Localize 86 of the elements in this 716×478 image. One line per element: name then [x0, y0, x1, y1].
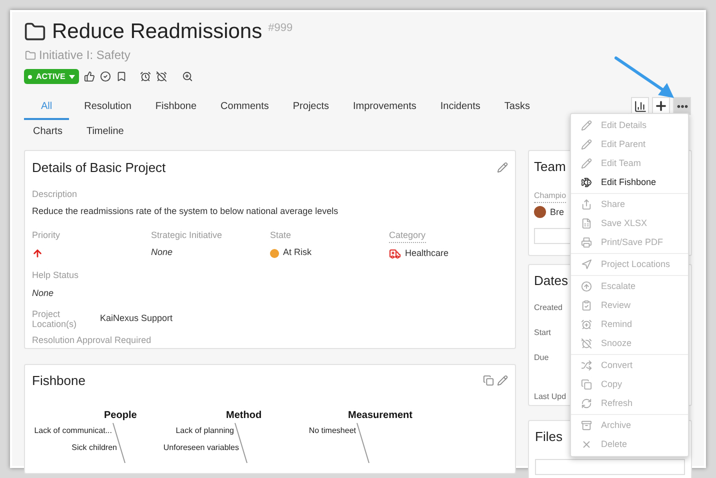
date-label: Last Upd [534, 390, 566, 402]
copy-icon[interactable] [483, 375, 494, 386]
card-title: Details of Basic Project [32, 159, 166, 177]
project-title: Reduce Readmissions [52, 19, 262, 45]
field-value: None [151, 246, 173, 260]
field-label: Priority [32, 228, 60, 242]
tab[interactable]: Comments [212, 97, 278, 120]
menu-item[interactable]: Edit Fishbone [571, 173, 688, 192]
fishbone-cause: Lack of communicat... [34, 424, 112, 436]
fishbone-category: Measurement [348, 408, 412, 422]
project-number: #999 [268, 21, 293, 36]
field-label: Champio [534, 190, 566, 202]
field-label: Help Status [32, 269, 80, 282]
check-circle-icon[interactable] [100, 71, 112, 82]
clipboard-check-icon [581, 300, 592, 311]
card-title: Team [534, 158, 566, 176]
archive-icon [581, 420, 592, 431]
field-label: State [270, 228, 292, 242]
pencil-icon [581, 139, 592, 150]
card-title: Dates [534, 272, 568, 290]
caret-icon [69, 74, 76, 78]
bone-line [356, 422, 370, 462]
fishbone-cause: Lack of planning [176, 424, 234, 436]
parent-link[interactable]: Initiative I: Safety [39, 46, 130, 64]
pencil-icon[interactable] [497, 162, 508, 174]
shuffle-icon [581, 360, 592, 371]
field-label: Category [389, 228, 426, 243]
pencil-icon [581, 120, 592, 131]
alarm-clock-icon [581, 319, 592, 330]
copy-icon [581, 379, 592, 390]
snooze-alarm-icon [581, 338, 592, 349]
share-icon [581, 199, 592, 210]
fishbone-category: Method [226, 408, 262, 422]
field-label: Project Location(s) [32, 309, 78, 329]
date-label: Start [534, 326, 551, 338]
card-title: Files [535, 428, 562, 446]
member-name: Bre [550, 206, 564, 218]
field-label: Strategic Initiative [151, 228, 222, 242]
priority-arrow-icon [32, 248, 43, 258]
spreadsheet-file-icon [581, 218, 592, 229]
field-label: Resolution Approval Required [32, 334, 152, 347]
tab[interactable]: Tasks [495, 97, 539, 120]
fishbone-cause: Sick children [72, 442, 117, 454]
tab[interactable]: Fishbone [146, 97, 206, 120]
tab[interactable]: Incidents [431, 97, 490, 120]
tab[interactable]: Charts [24, 122, 72, 145]
snooze-alarm-icon[interactable] [156, 71, 168, 82]
avatar [534, 206, 546, 218]
date-label: Created [534, 302, 562, 314]
fishbone-cause: No timesheet [308, 424, 356, 436]
tab[interactable]: Timeline [77, 122, 133, 145]
field-value: Healthcare [405, 247, 449, 260]
location-arrow-icon [581, 259, 592, 270]
pointer-arrow [614, 56, 676, 100]
folder-icon [24, 21, 46, 43]
chart-icon [634, 100, 646, 112]
printer-icon [581, 237, 592, 248]
up-arrow-circle-icon [581, 281, 592, 292]
fish-icon [581, 177, 592, 188]
fishbone-category: People [104, 408, 137, 422]
description-text: Reduce the readmissions rate of the system to below national average levels [32, 205, 340, 218]
plus-icon [654, 99, 668, 113]
thumbs-up-icon[interactable] [84, 71, 96, 82]
date-label: Due [534, 352, 549, 364]
tab[interactable]: Projects [284, 97, 338, 120]
card-title: Fishbone [32, 372, 86, 390]
tab[interactable]: All [24, 97, 70, 120]
pencil-icon[interactable] [497, 375, 508, 386]
folder-icon [25, 50, 36, 60]
tab[interactable]: Resolution [75, 97, 140, 120]
alarm-clock-icon[interactable] [140, 71, 152, 82]
field-value: At Risk [283, 246, 312, 260]
close-icon [581, 439, 592, 450]
field-value: KaiNexus Support [100, 312, 173, 326]
input-field[interactable] [535, 458, 685, 474]
field-value: None [32, 286, 55, 300]
tab[interactable]: Improvements [344, 97, 426, 120]
zoom-in-icon[interactable] [182, 71, 194, 82]
field-label: Description [32, 188, 78, 201]
refresh-icon [581, 398, 592, 409]
bookmark-icon[interactable] [116, 71, 128, 82]
ambulance-icon [389, 248, 401, 260]
pencil-icon [581, 158, 592, 169]
fishbone-cause: Unforeseen variables [163, 442, 239, 454]
more-button[interactable] [673, 97, 691, 115]
status-dropdown[interactable]: ACTIVE [24, 69, 80, 84]
